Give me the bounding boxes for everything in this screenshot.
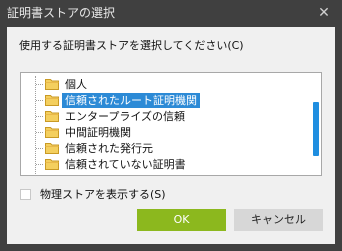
folder-icon [45,95,59,106]
tree-item-label: 個人 [65,78,87,91]
title-bar[interactable]: 証明書ストアの選択 ✕ [0,0,342,27]
window-title: 証明書ストアの選択 [7,6,116,20]
folder-icon [45,159,59,170]
tree-connector [36,164,43,165]
tree-item-label: エンタープライズの信頼 [65,110,186,123]
ok-button[interactable]: OK [137,209,226,231]
tree-item-selected[interactable]: 信頼されたルート証明機関 [21,93,307,108]
tree-item[interactable]: 中間証明機関 [21,125,307,140]
folder-icon [45,79,59,90]
tree-item-label: 信頼されたルート証明機関 [62,93,200,108]
dialog-body: 使用する証明書ストアを選択してください(C) 個人 信頼されたルート証明機関 エ… [7,27,335,244]
tree-connector [36,100,43,101]
tree-item[interactable]: エンタープライズの信頼 [21,109,307,124]
tree-connector [36,116,43,117]
close-icon[interactable]: ✕ [315,4,333,22]
tree-connector [36,148,43,149]
checkbox-label: 物理ストアを表示する(S) [40,188,166,201]
tree-connector [36,132,43,133]
store-tree[interactable]: 個人 信頼されたルート証明機関 エンタープライズの信頼 中間証明機関 信頼された… [20,72,322,176]
tree-item-label: 中間証明機関 [65,126,131,139]
tree-scrollbar[interactable] [313,77,319,173]
folder-icon [45,143,59,154]
show-physical-stores-checkbox[interactable] [20,189,31,200]
folder-icon [45,127,59,138]
prompt-text: 使用する証明書ストアを選択してください(C) [19,39,244,52]
tree-item-label: 信頼された発行元 [65,142,153,155]
certificate-store-dialog: 証明書ストアの選択 ✕ 使用する証明書ストアを選択してください(C) 個人 信頼… [0,0,342,251]
tree-item[interactable]: 信頼された発行元 [21,141,307,156]
tree-item[interactable]: 個人 [21,77,307,92]
scroll-thumb[interactable] [313,102,319,156]
tree-connector [36,84,43,85]
tree-item[interactable]: 信頼されていない証明書 [21,157,307,172]
tree-item-label: 信頼されていない証明書 [65,158,186,171]
cancel-button[interactable]: キャンセル [234,209,323,231]
folder-icon [45,111,59,122]
